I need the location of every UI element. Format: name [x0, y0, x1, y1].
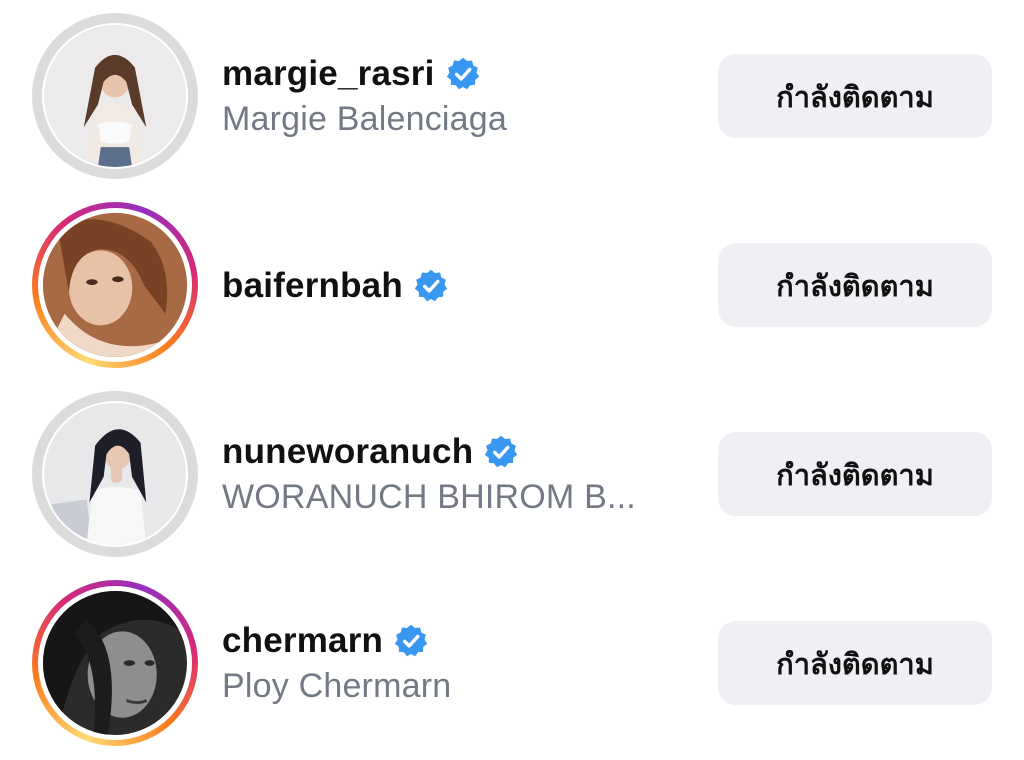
- following-list: margie_rasri Margie Balenciaga กำลังติดต…: [0, 0, 1024, 760]
- account-row[interactable]: margie_rasri Margie Balenciaga กำลังติดต…: [0, 0, 1024, 189]
- full-name: Margie Balenciaga: [222, 100, 508, 138]
- following-button[interactable]: กำลังติดตาม: [718, 432, 992, 516]
- username[interactable]: nuneworanuch: [222, 432, 473, 472]
- username[interactable]: baifernbah: [222, 266, 403, 306]
- full-name: WORANUCH BHIROM B...: [222, 478, 636, 516]
- username[interactable]: margie_rasri: [222, 54, 435, 94]
- following-button[interactable]: กำลังติดตาม: [718, 54, 992, 138]
- following-button[interactable]: กำลังติดตาม: [718, 243, 992, 327]
- avatar[interactable]: [44, 25, 186, 167]
- account-row[interactable]: nuneworanuch WORANUCH BHIROM B... กำลังต…: [0, 378, 1024, 567]
- story-ring[interactable]: [32, 580, 198, 746]
- avatar-ring[interactable]: [32, 13, 198, 179]
- account-row[interactable]: chermarn Ploy Chermarn กำลังติดตาม: [0, 567, 1024, 756]
- avatar-ring[interactable]: [32, 391, 198, 557]
- account-info[interactable]: margie_rasri Margie Balenciaga: [222, 52, 682, 139]
- account-row[interactable]: baifernbah กำลังติดตาม: [0, 189, 1024, 378]
- avatar[interactable]: [43, 591, 187, 735]
- account-info[interactable]: baifernbah: [222, 264, 682, 308]
- verified-badge-icon: [393, 623, 429, 659]
- following-button[interactable]: กำลังติดตาม: [718, 621, 992, 705]
- story-ring[interactable]: [32, 202, 198, 368]
- verified-badge-icon: [413, 268, 449, 304]
- account-info[interactable]: nuneworanuch WORANUCH BHIROM B...: [222, 430, 682, 517]
- username[interactable]: chermarn: [222, 621, 383, 661]
- account-info[interactable]: chermarn Ploy Chermarn: [222, 619, 682, 706]
- verified-badge-icon: [445, 56, 481, 92]
- avatar[interactable]: [43, 213, 187, 357]
- verified-badge-icon: [483, 434, 519, 470]
- full-name: Ploy Chermarn: [222, 667, 452, 705]
- avatar[interactable]: [44, 403, 186, 545]
